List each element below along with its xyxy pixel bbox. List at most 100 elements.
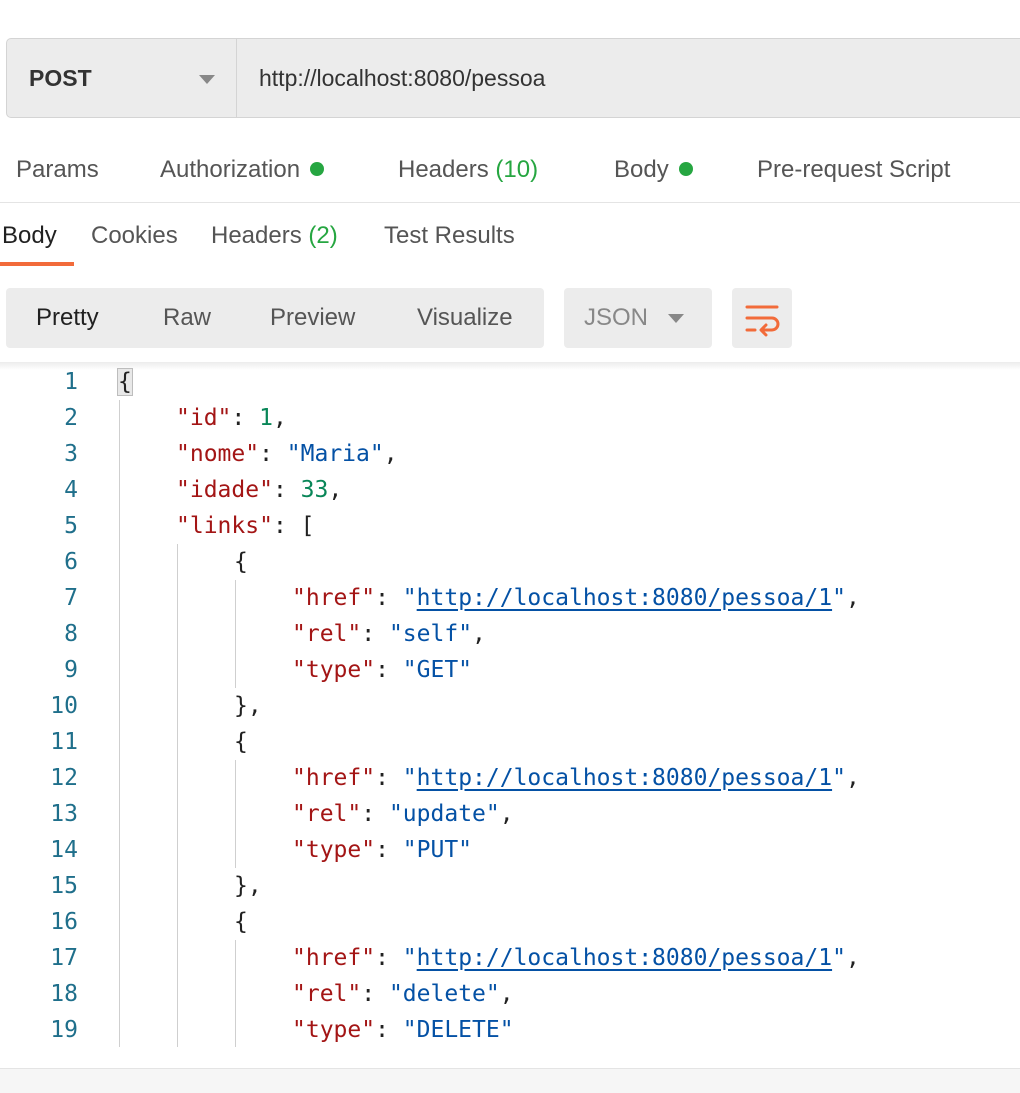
url-input[interactable]: http://localhost:8080/pessoa	[259, 65, 545, 92]
divider	[0, 202, 1020, 203]
code-text: "links": [	[176, 513, 315, 539]
status-dot-icon	[678, 161, 693, 176]
code-text: "rel": "self",	[292, 621, 486, 647]
code-text: "idade": 33,	[176, 477, 343, 503]
tab-label: Body	[2, 222, 57, 249]
response-body-editor[interactable]: 1{2 "id": 1, 3 "nome": "Maria", 4 "idade": 33…	[0, 364, 1020, 1064]
code-text: "href": "http://localhost:8080/pessoa/1"…	[292, 765, 860, 791]
code-line: 6{	[0, 544, 1020, 580]
code-line: 16 {	[0, 904, 1020, 940]
tab-headers[interactable]: Headers (10)	[398, 156, 538, 184]
code-text: {	[234, 729, 248, 755]
line-number: 2	[64, 405, 78, 431]
code-text: "type": "GET"	[292, 657, 473, 683]
code-line: 8 "rel": "self",	[0, 616, 1020, 652]
line-number: 9	[64, 657, 78, 683]
code-line: 13 "rel": "update",	[0, 796, 1020, 832]
tab-label: Cookies	[91, 222, 178, 249]
line-number: 1	[64, 369, 78, 395]
code-line: 17 "href": "http://localhost:8080/pessoa/…	[0, 940, 1020, 976]
code-line: 10},	[0, 688, 1020, 724]
response-tab-cookies[interactable]: Cookies	[91, 222, 178, 250]
tab-authorization[interactable]: Authorization	[160, 156, 325, 184]
code-text: "type": "DELETE"	[292, 1017, 514, 1043]
code-line: 15},	[0, 868, 1020, 904]
tab-label: Authorization	[160, 156, 301, 183]
active-tab-indicator	[0, 262, 74, 266]
chevron-down-icon	[199, 75, 215, 84]
tab-body[interactable]: Body	[614, 156, 693, 184]
code-line: 18 "rel": "delete",	[0, 976, 1020, 1012]
code-line: 3 "nome": "Maria",	[0, 436, 1020, 472]
format-toggle-group: Pretty Raw Preview Visualize	[6, 288, 544, 348]
indent-guide	[235, 580, 236, 688]
status-bar	[0, 1068, 1020, 1093]
code-text: "id": 1,	[176, 405, 287, 431]
tab-label: Test Results	[384, 222, 515, 249]
code-line: 2 "id": 1,	[0, 400, 1020, 436]
line-number: 13	[50, 801, 78, 827]
preview-button[interactable]: Preview	[270, 288, 355, 348]
code-text: },	[234, 693, 262, 719]
response-tab-body[interactable]: Body	[2, 222, 57, 250]
pretty-button[interactable]: Pretty	[36, 288, 99, 348]
code-text: {	[234, 909, 248, 935]
status-dot-icon	[310, 161, 325, 176]
method-select[interactable]: POST	[7, 39, 237, 117]
line-number: 19	[50, 1017, 78, 1043]
raw-button[interactable]: Raw	[163, 288, 211, 348]
code-text: "rel": "update",	[292, 801, 514, 827]
line-number: 6	[64, 549, 78, 575]
tab-label: Pre-request Script	[757, 156, 951, 183]
tab-params[interactable]: Params	[16, 156, 99, 184]
line-number: 14	[50, 837, 78, 863]
code-text: "nome": "Maria",	[176, 441, 398, 467]
code-line: 1{	[0, 364, 1020, 400]
line-number: 12	[50, 765, 78, 791]
tab-count-badge: (10)	[495, 156, 539, 183]
wrap-lines-icon	[745, 305, 780, 337]
code-line: 11 {	[0, 724, 1020, 760]
line-number: 16	[50, 909, 78, 935]
code-text: "href": "http://localhost:8080/pessoa/1"…	[292, 585, 860, 611]
method-label: POST	[29, 65, 92, 91]
tab-label: Headers	[211, 222, 302, 249]
code-text: {	[117, 368, 133, 396]
line-number: 5	[64, 513, 78, 539]
line-number: 4	[64, 477, 78, 503]
indent-guide	[177, 544, 178, 1047]
code-text: {	[234, 549, 248, 575]
tab-label: Headers	[398, 156, 489, 183]
visualize-button[interactable]: Visualize	[417, 288, 513, 348]
language-select[interactable]: JSON	[564, 288, 712, 348]
indent-guide	[235, 940, 236, 1047]
line-number: 8	[64, 621, 78, 647]
code-line: 19 "type": "DELETE"	[0, 1012, 1020, 1048]
tab-label: Body	[614, 156, 669, 183]
code-text: "href": "http://localhost:8080/pessoa/1"…	[292, 945, 860, 971]
code-text: },	[234, 873, 262, 899]
line-number: 10	[50, 693, 78, 719]
response-tab-headers[interactable]: Headers (2)	[211, 222, 338, 250]
language-label: JSON	[584, 304, 649, 331]
line-number: 18	[50, 981, 78, 1007]
code-line: 12 "href": "http://localhost:8080/pessoa/…	[0, 760, 1020, 796]
wrap-lines-button[interactable]	[732, 288, 792, 348]
indent-guide	[119, 400, 120, 1047]
chevron-down-icon	[668, 314, 684, 323]
response-tab-test-results[interactable]: Test Results	[384, 222, 515, 250]
code-line: 14 "type": "PUT"	[0, 832, 1020, 868]
indent-guide	[235, 760, 236, 868]
code-line: 5 "links": [	[0, 508, 1020, 544]
line-number: 7	[64, 585, 78, 611]
code-line: 4 "idade": 33,	[0, 472, 1020, 508]
code-line: 7 "href": "http://localhost:8080/pessoa/1…	[0, 580, 1020, 616]
code-text: "type": "PUT"	[292, 837, 473, 863]
line-number: 3	[64, 441, 78, 467]
line-number: 15	[50, 873, 78, 899]
tab-label: Params	[16, 156, 99, 183]
request-bar: POST http://localhost:8080/pessoa	[6, 38, 1020, 118]
tab-pre-request-script[interactable]: Pre-request Script	[757, 156, 950, 184]
request-tabs: Params Authorization Headers (10) Body P…	[0, 150, 1020, 194]
tab-count-badge: (2)	[308, 222, 338, 249]
